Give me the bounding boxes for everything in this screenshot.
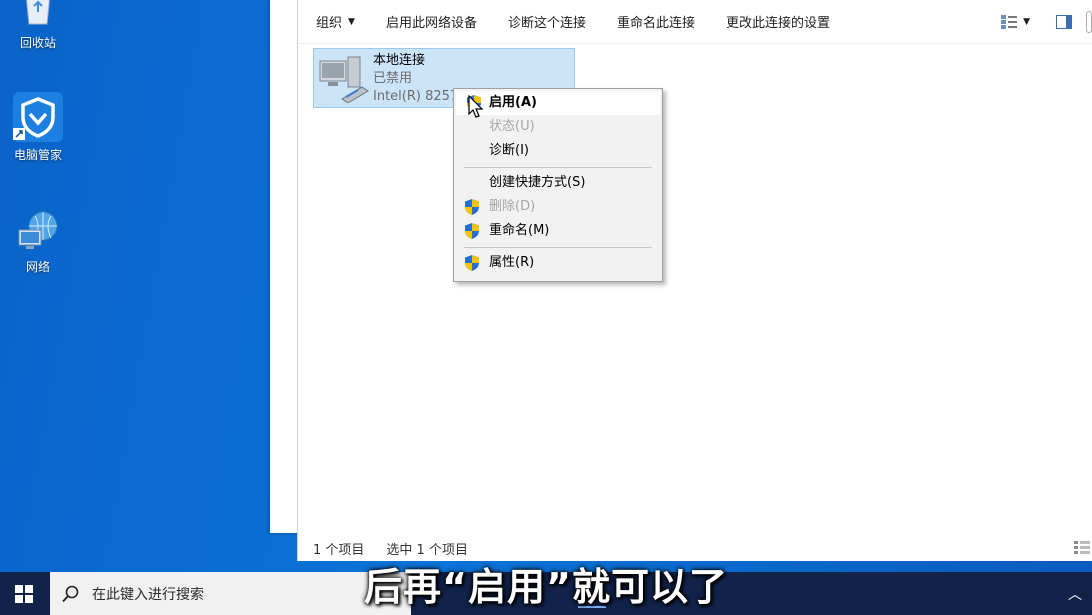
video-subtitle: 后再“启用”就可以了 (364, 565, 728, 609)
scrollbar[interactable] (1086, 11, 1092, 33)
mouse-cursor-icon (468, 95, 484, 118)
view-chevron-down-icon[interactable]: ▼ (1023, 17, 1030, 27)
view-options-icon[interactable] (1001, 15, 1018, 29)
uac-shield-icon (465, 223, 479, 239)
desktop-icon-network[interactable]: 网络 (8, 208, 68, 275)
diagnose-button[interactable]: 诊断这个连接 (508, 12, 586, 31)
network-globe-icon (18, 211, 58, 249)
command-bar: 组织 ▼ 启用此网络设备 诊断这个连接 重命名此连接 更改此连接的设置 ▼ (298, 0, 1092, 44)
pc-manager-label: 电脑管家 (13, 148, 62, 162)
menu-item-delete: 删除(D) (454, 195, 662, 219)
uac-shield-icon (465, 255, 479, 271)
item-count: 1 个项目 (313, 542, 365, 558)
pc-manager-shield-icon (13, 92, 63, 142)
details-view-icon[interactable] (1074, 541, 1090, 555)
change-settings-label: 更改此连接的设置 (725, 16, 830, 31)
recycle-bin-icon (26, 0, 50, 25)
network-connections-window: 组织 ▼ 启用此网络设备 诊断这个连接 重命名此连接 更改此连接的设置 ▼ 本地… (297, 0, 1092, 561)
network-label: 网络 (25, 260, 50, 274)
network-adapter-icon (319, 56, 369, 103)
uac-shield-icon (465, 199, 479, 215)
desktop-icon-pc-manager[interactable]: 电脑管家 (8, 92, 68, 163)
enable-device-label: 启用此网络设备 (385, 16, 477, 31)
chevron-down-icon: ▼ (348, 16, 355, 27)
organize-label: 组织 (316, 16, 343, 31)
menu-label-diagnose: 诊断(I) (489, 143, 529, 158)
connection-name: 本地连接 (373, 53, 426, 68)
change-settings-button[interactable]: 更改此连接的设置 (726, 12, 830, 31)
preview-pane-icon[interactable] (1056, 15, 1072, 29)
menu-label-create-shortcut: 创建快捷方式(S) (489, 175, 586, 190)
menu-item-create-shortcut[interactable]: 创建快捷方式(S) (454, 171, 662, 195)
organize-menu[interactable]: 组织 ▼ (316, 12, 355, 31)
menu-item-status: 状态(U) (454, 115, 662, 139)
menu-label-enable: 启用(A) (489, 95, 537, 110)
menu-separator (464, 247, 652, 248)
menu-item-diagnose[interactable]: 诊断(I) (454, 139, 662, 163)
diagnose-label: 诊断这个连接 (507, 16, 586, 31)
rename-label: 重命名此连接 (616, 16, 695, 31)
menu-label-delete: 删除(D) (489, 199, 536, 214)
menu-item-enable[interactable]: 启用(A) (456, 91, 660, 115)
menu-label-status: 状态(U) (489, 119, 535, 134)
menu-label-rename: 重命名(M) (489, 223, 550, 238)
desktop-icon-recycle-bin[interactable]: 回收站 (8, 0, 68, 51)
menu-item-rename[interactable]: 重命名(M) (454, 219, 662, 243)
rename-button[interactable]: 重命名此连接 (617, 12, 695, 31)
recycle-bin-label: 回收站 (19, 36, 56, 50)
menu-separator (464, 167, 652, 168)
menu-label-properties: 属性(R) (489, 255, 535, 270)
selected-count: 选中 1 个项目 (386, 542, 468, 558)
menu-item-properties[interactable]: 属性(R) (454, 251, 662, 275)
enable-device-button[interactable]: 启用此网络设备 (386, 12, 477, 31)
connection-status: 已禁用 (373, 71, 413, 86)
